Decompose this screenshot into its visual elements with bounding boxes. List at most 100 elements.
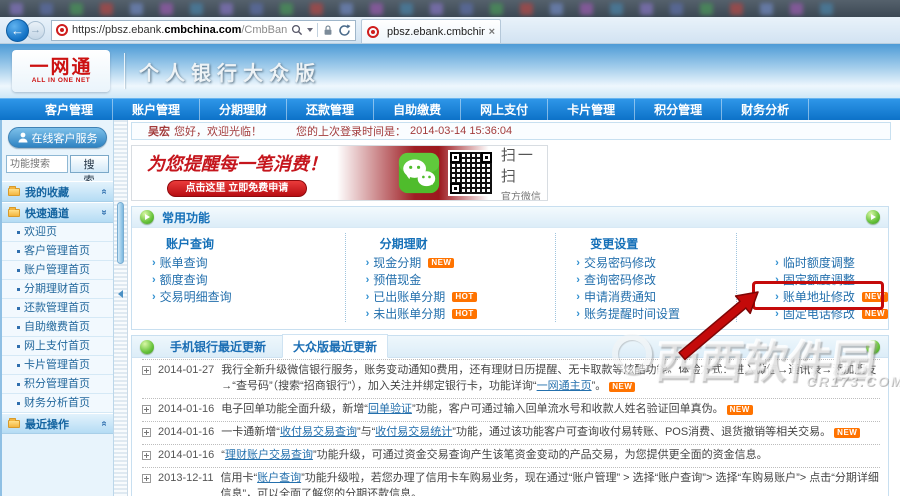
sidebar-link-0[interactable]: 欢迎页 [2, 223, 113, 242]
news-link[interactable]: 收付易交易统计 [375, 426, 452, 438]
blurred-app-icon [190, 2, 203, 15]
sidebar-link-8[interactable]: 积分管理首页 [2, 375, 113, 394]
annotation-highlight-box [752, 281, 884, 310]
function-link[interactable]: › 账单查询 [152, 254, 345, 271]
nav-item-1[interactable]: 账户管理 [113, 99, 201, 120]
nav-item-6[interactable]: 卡片管理 [548, 99, 636, 120]
search-button[interactable]: 搜 索 [70, 155, 109, 187]
sidebar-link-4[interactable]: 还款管理首页 [2, 299, 113, 318]
column-header: 账户查询 [166, 237, 215, 251]
bullet-icon [17, 268, 20, 272]
product-name: 个人银行大众版 [139, 62, 321, 85]
promo-banner[interactable]: 为您提醒每一笔消费！ 点击这里 立即免费申请 扫一扫 官方微信 [131, 145, 548, 201]
news-tab-1[interactable]: 手机银行最近更新 [160, 335, 276, 357]
function-column-1: 分期理财 › 现金分期 NEW › 预借现金 › 已出账单分期 HOT › 未出账单分期 HOT [344, 233, 556, 322]
expand-icon[interactable] [142, 427, 151, 437]
main-nav: 客户管理 账户管理 分期理财 还款管理 自助缴费 网上支付 卡片管理 积分管理 财务分析 [0, 98, 900, 120]
blurred-app-icon [10, 2, 23, 15]
sidebar-splitter[interactable] [114, 120, 128, 496]
function-link[interactable]: › 未出账单分期 HOT [366, 305, 556, 322]
nav-item-0[interactable]: 客户管理 [26, 99, 114, 120]
sidebar-section-1[interactable]: 快速通道 « [2, 202, 113, 223]
function-label: 已出账单分期 [373, 290, 446, 304]
news-date: 2014-01-16 [158, 448, 215, 461]
expand-icon[interactable] [142, 473, 151, 483]
blurred-app-icon [280, 2, 293, 15]
chevron-down-icon[interactable] [307, 28, 313, 32]
blurred-app-icon [160, 2, 173, 15]
lock-icon [324, 25, 332, 35]
sidebar-section-recent[interactable]: 最近操作 « [2, 413, 113, 434]
function-link[interactable]: › 临时额度调整 [775, 254, 888, 271]
tab-close-icon[interactable]: × [489, 26, 495, 38]
bank-logo: 一网通 ALL IN ONE NET [12, 50, 110, 92]
arrow-icon: › [152, 256, 156, 269]
function-link[interactable]: › 交易明细查询 [152, 288, 345, 305]
bullet-icon [17, 230, 20, 234]
cmb-favicon [367, 25, 379, 38]
column-header: 分期理财 [379, 237, 428, 251]
function-link[interactable]: › 预借现金 [366, 271, 556, 288]
sidebar-link-5[interactable]: 自助缴费首页 [2, 318, 113, 337]
news-link[interactable]: 收付易交易查询 [280, 426, 357, 438]
nav-item-2[interactable]: 分期理财 [200, 99, 288, 120]
splitter-handle[interactable] [117, 202, 124, 264]
news-link[interactable]: 回单验证 [368, 403, 412, 415]
news-tab-0[interactable]: 大众版最近更新 [282, 334, 389, 358]
function-link[interactable]: › 额度查询 [152, 271, 345, 288]
blurred-app-icon [130, 2, 143, 15]
link-label: 网上支付首页 [24, 339, 90, 352]
refresh-icon[interactable] [338, 24, 351, 37]
function-label: 临时额度调整 [782, 256, 855, 270]
hot-badge: HOT [452, 308, 477, 319]
blurred-app-icon [520, 2, 533, 15]
function-label: 额度查询 [159, 273, 208, 287]
news-link[interactable]: 一网通主页 [537, 380, 592, 392]
sidebar-link-1[interactable]: 客户管理首页 [2, 242, 113, 261]
news-link[interactable]: 账户查询 [257, 472, 301, 484]
blurred-app-icon [100, 2, 113, 15]
search-icon[interactable] [291, 24, 303, 36]
news-item-4: 2013-12-11 信用卡“账户查询”功能升级啦，若您办理了信用卡车购易业务，现… [142, 468, 880, 496]
url-text: https://pbsz.ebank.cmbchina.com/CmbBank_… [72, 24, 287, 36]
function-link[interactable]: › 查询密码修改 [576, 271, 736, 288]
sidebar-link-9[interactable]: 财务分析首页 [2, 394, 113, 413]
online-service-button[interactable]: 在线客户服务 [8, 127, 107, 148]
apply-now-button[interactable]: 点击这里 立即免费申请 [166, 179, 307, 197]
nav-item-4[interactable]: 自助缴费 [374, 99, 462, 120]
nav-item-5[interactable]: 网上支付 [461, 99, 549, 120]
address-bar[interactable]: https://pbsz.ebank.cmbchina.com/CmbBank_… [51, 19, 356, 41]
function-link[interactable]: › 交易密码修改 [576, 254, 736, 271]
site-header: 一网通 ALL IN ONE NET 个人银行大众版 [0, 44, 900, 98]
sidebar-link-2[interactable]: 账户管理首页 [2, 261, 113, 280]
new-badge: NEW [428, 257, 455, 268]
function-link[interactable]: › 已出账单分期 HOT [366, 288, 556, 305]
qr-code [447, 150, 494, 196]
sidebar-section-0[interactable]: 我的收藏 « [2, 181, 113, 202]
sidebar-link-6[interactable]: 网上支付首页 [2, 337, 113, 356]
green-arrow-icon[interactable] [866, 210, 880, 224]
nav-item-8[interactable]: 财务分析 [722, 99, 810, 120]
function-label: 现金分期 [373, 256, 422, 270]
green-arrow-icon[interactable] [140, 210, 154, 224]
panel-title: 常用功能 [162, 210, 211, 225]
nav-item-3[interactable]: 还款管理 [287, 99, 375, 120]
cmb-favicon [56, 24, 68, 36]
link-label: 自助缴费首页 [24, 320, 90, 333]
blurred-app-icon [490, 2, 503, 15]
browser-tab[interactable]: pbsz.ebank.cmbchina.com × [361, 19, 501, 43]
sidebar-link-7[interactable]: 卡片管理首页 [2, 356, 113, 375]
nav-item-7[interactable]: 积分管理 [635, 99, 723, 120]
blurred-app-icon [250, 2, 263, 15]
sidebar: 在线客户服务 搜 索 我的收藏 « 快速通道 « 欢迎页客户管理首页账户管理首页分期理… [2, 120, 114, 496]
function-search-input[interactable] [6, 155, 68, 173]
function-link[interactable]: › 现金分期 NEW [366, 254, 556, 271]
collapse-arrow-icon[interactable] [118, 290, 123, 298]
arrow-icon: › [576, 273, 580, 286]
news-link[interactable]: 理财账户交易查询 [225, 449, 313, 461]
expand-icon[interactable] [142, 366, 151, 375]
sidebar-link-3[interactable]: 分期理财首页 [2, 280, 113, 299]
expand-icon[interactable] [142, 404, 151, 414]
expand-icon[interactable] [142, 450, 151, 460]
browser-back-button[interactable]: ← [6, 18, 29, 42]
